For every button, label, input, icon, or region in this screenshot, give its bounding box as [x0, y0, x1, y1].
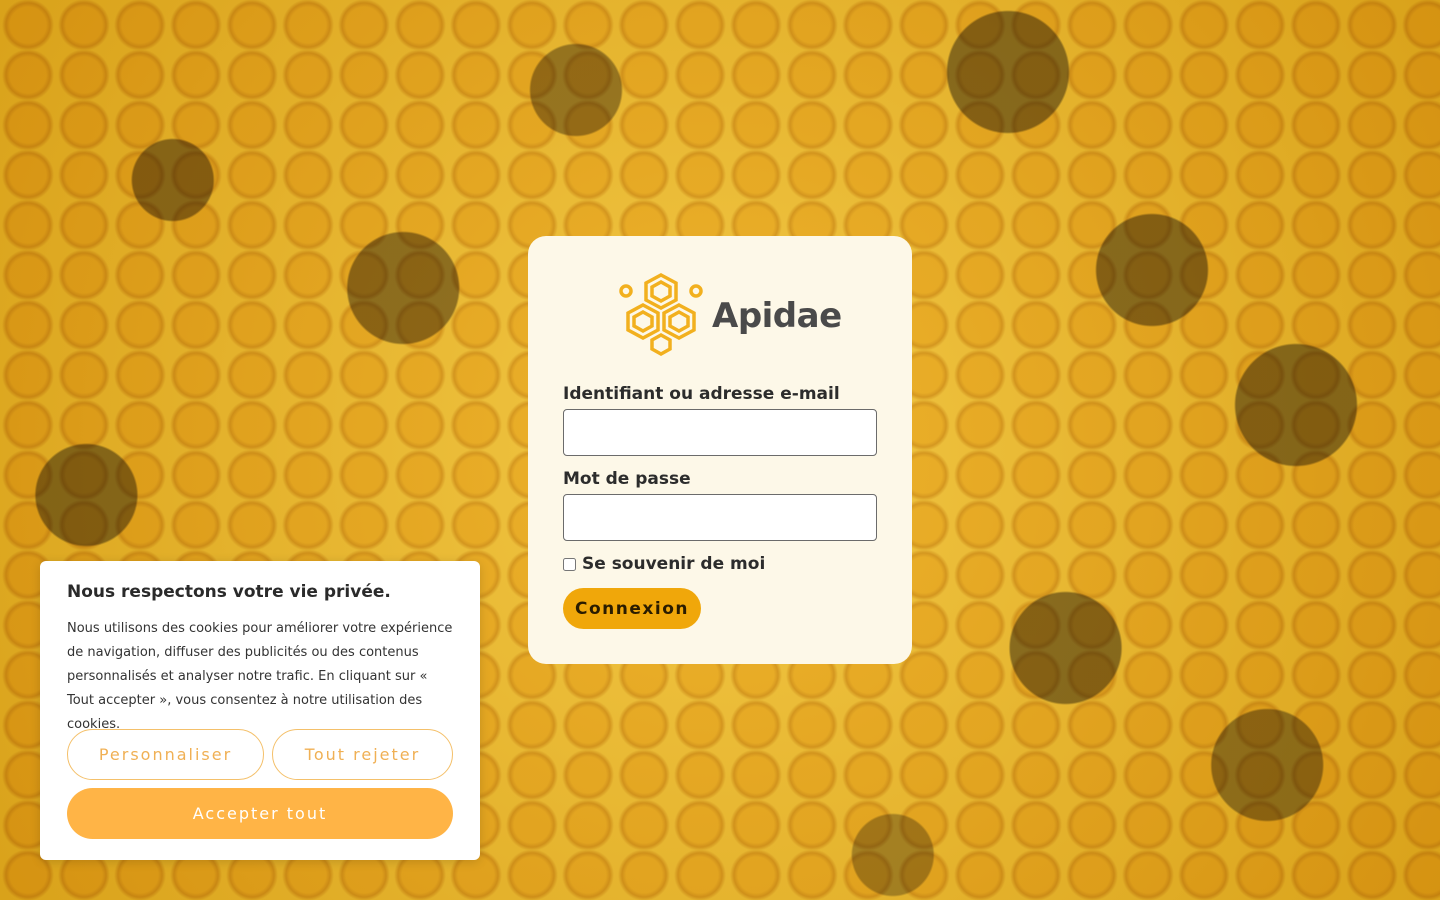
remember-me-checkbox[interactable] — [563, 557, 576, 571]
username-input[interactable] — [563, 409, 877, 456]
accept-all-cookies-button[interactable]: Accepter tout — [67, 788, 453, 839]
brand-logo: Apidae — [618, 270, 842, 362]
login-card: Apidae Identifiant ou adresse e-mail Mot… — [528, 236, 912, 664]
cookie-banner-title: Nous respectons votre vie privée. — [67, 582, 391, 602]
reject-all-cookies-button[interactable]: Tout rejeter — [272, 729, 453, 780]
honeycomb-logo-icon — [619, 273, 703, 357]
remember-me-row: Se souvenir de moi — [563, 554, 765, 574]
cookie-banner: Nous respectons votre vie privée. Nous u… — [40, 561, 480, 860]
brand-name: Apidae — [712, 296, 842, 336]
password-label: Mot de passe — [563, 469, 691, 489]
username-label: Identifiant ou adresse e-mail — [563, 384, 840, 404]
login-button[interactable]: Connexion — [563, 588, 701, 629]
cookie-banner-text: Nous utilisons des cookies pour améliore… — [67, 621, 453, 732]
customize-cookies-button[interactable]: Personnaliser — [67, 729, 264, 780]
remember-me-label[interactable]: Se souvenir de moi — [582, 554, 765, 574]
password-input[interactable] — [563, 494, 877, 541]
